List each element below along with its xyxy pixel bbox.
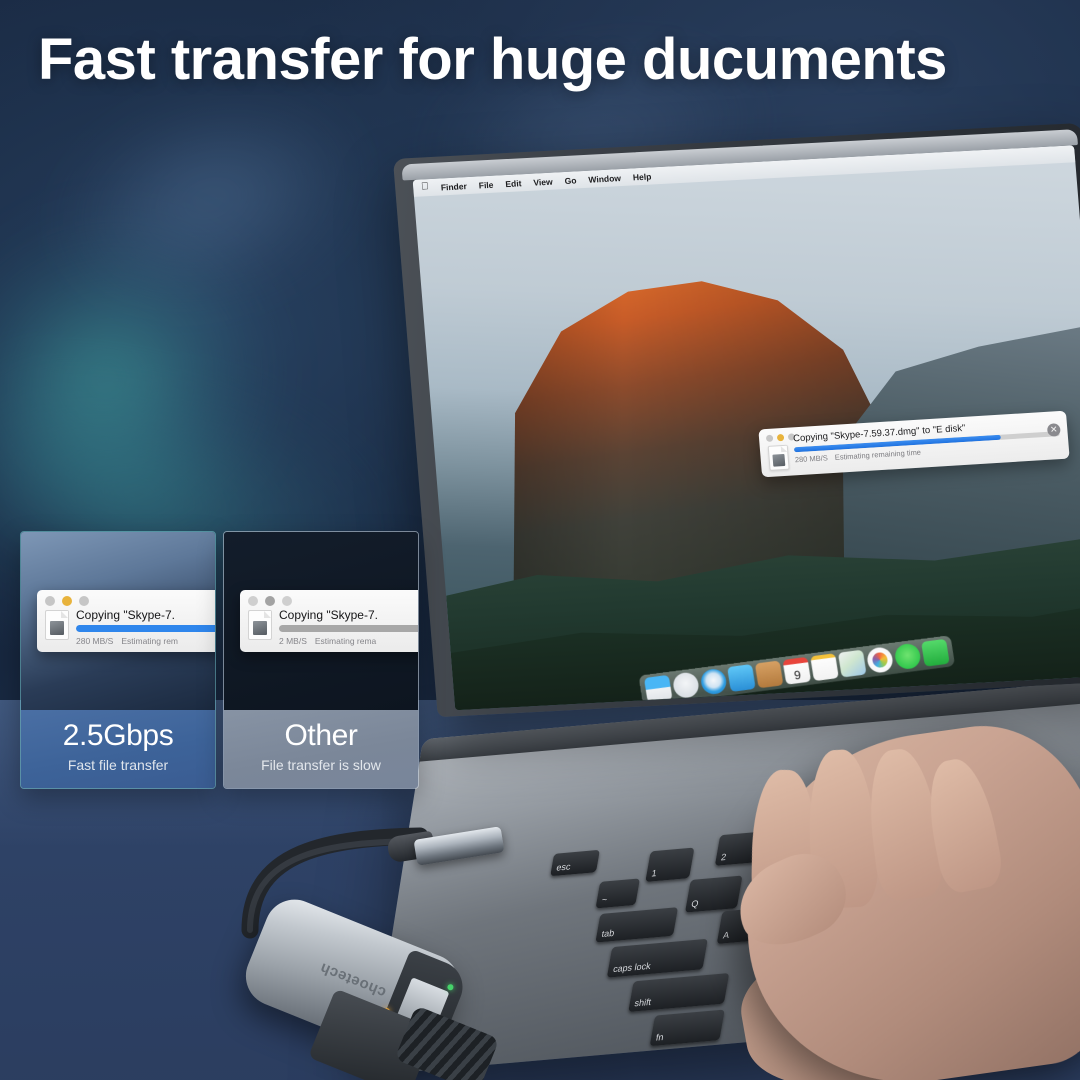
transfer-speed: 2 MB/S [279,636,307,646]
menu-item-window[interactable]: Window [588,173,621,185]
comparison-cards: Copying "Skype-7. 280 MB/S Estimating re… [20,531,419,789]
copy-progress-fill [279,625,418,632]
dock-icon-facetime[interactable] [921,638,950,667]
copy-dialog-title: Copying "Skype-7. [279,608,378,622]
page-title: Fast transfer for huge ducuments [38,27,947,92]
scene: Fast transfer for huge ducuments esc ~ 1… [0,0,1080,1080]
card-other-title: Other [284,719,358,752]
mini-copy-dialog-fast: Copying "Skype-7. 280 MB/S Estimating re… [37,590,215,652]
close-dot-icon[interactable] [765,434,774,443]
dock-icon-reminders[interactable] [810,653,839,682]
transfer-status: Estimating remaining time [834,447,922,462]
dialog-text-column: Copying "Skype-7. 280 MB/S Estimating re… [76,608,215,646]
copy-dialog-meta: 2 MB/S Estimating rema [279,636,418,646]
key-fn[interactable]: fn [649,1009,725,1047]
transfer-speed: 280 MB/S [794,453,829,465]
window-traffic-lights [765,433,796,443]
card-fast-subtitle: Fast file transfer [67,756,169,773]
zoom-dot-icon[interactable] [79,596,89,606]
card-fast: Copying "Skype-7. 280 MB/S Estimating re… [20,531,216,789]
dialog-body: Copying "Skype-7. 280 MB/S Estimating re… [45,608,215,646]
dock-icon-mail[interactable] [727,664,756,693]
menu-item-help[interactable]: Help [632,171,651,182]
transfer-status: Estimating rema [314,636,377,646]
dock-icon-messages[interactable] [893,642,923,671]
key-caps-lock[interactable]: caps lock [606,938,708,978]
apple-logo-icon[interactable]:  [421,181,429,192]
dmg-file-icon [248,610,272,640]
dock-icon-finder[interactable] [643,674,673,703]
copy-progress-bar [279,625,418,632]
key-esc[interactable]: esc [550,849,600,877]
window-traffic-lights [45,596,215,606]
card-fast-caption: 2.5Gbps Fast file transfer [21,710,215,788]
minimize-dot-icon[interactable] [265,596,275,606]
dmg-file-icon [767,444,790,471]
dmg-file-icon [45,610,69,640]
menu-item-go[interactable]: Go [564,175,577,186]
minimize-dot-icon[interactable] [776,433,785,442]
minimize-dot-icon[interactable] [62,596,72,606]
dock-icon-launchpad[interactable] [671,671,701,700]
dock-icon-contacts[interactable] [754,660,784,689]
dock-icon-safari[interactable] [699,667,729,696]
dialog-body: Copying "Skype-7. 2 MB/S Estimating rema [248,608,418,646]
card-other: Copying "Skype-7. 2 MB/S Estimating rema [223,531,419,789]
mini-copy-dialog-other: Copying "Skype-7. 2 MB/S Estimating rema [240,590,418,652]
copy-progress-fill [76,625,215,632]
transfer-status: Estimating rem [121,636,179,646]
menu-item-view[interactable]: View [533,176,553,187]
copy-dialog-meta: 280 MB/S Estimating rem [76,636,215,646]
key-q[interactable]: Q [684,875,743,913]
close-dot-icon[interactable] [45,596,55,606]
copy-dialog-title: Copying "Skype-7. [76,608,175,622]
dialog-text-column: Copying "Skype-7. 2 MB/S Estimating rema [279,608,418,646]
link-led-icon [446,983,455,992]
card-fast-visual: Copying "Skype-7. 280 MB/S Estimating re… [21,532,215,710]
zoom-dot-icon[interactable] [282,596,292,606]
dock-icon-calendar[interactable]: 9 [782,656,812,685]
key-tab[interactable]: tab [595,907,679,943]
card-other-caption: Other File transfer is slow [224,710,418,788]
key-1[interactable]: 1 [645,847,695,882]
menu-item-edit[interactable]: Edit [505,178,522,189]
dock-icon-photos[interactable] [865,646,895,674]
key-tilde[interactable]: ~ [595,878,641,909]
dock-icon-maps[interactable] [837,649,867,678]
window-traffic-lights [248,596,418,606]
menu-item-file[interactable]: File [478,179,493,190]
card-fast-title: 2.5Gbps [62,719,174,752]
key-shift[interactable]: shift [628,973,730,1012]
menu-item-finder[interactable]: Finder [440,181,467,192]
transfer-speed: 280 MB/S [76,636,114,646]
close-dot-icon[interactable] [248,596,258,606]
copy-progress-bar [76,625,215,632]
card-other-subtitle: File transfer is slow [261,756,381,773]
card-other-visual: Copying "Skype-7. 2 MB/S Estimating rema [224,532,418,710]
